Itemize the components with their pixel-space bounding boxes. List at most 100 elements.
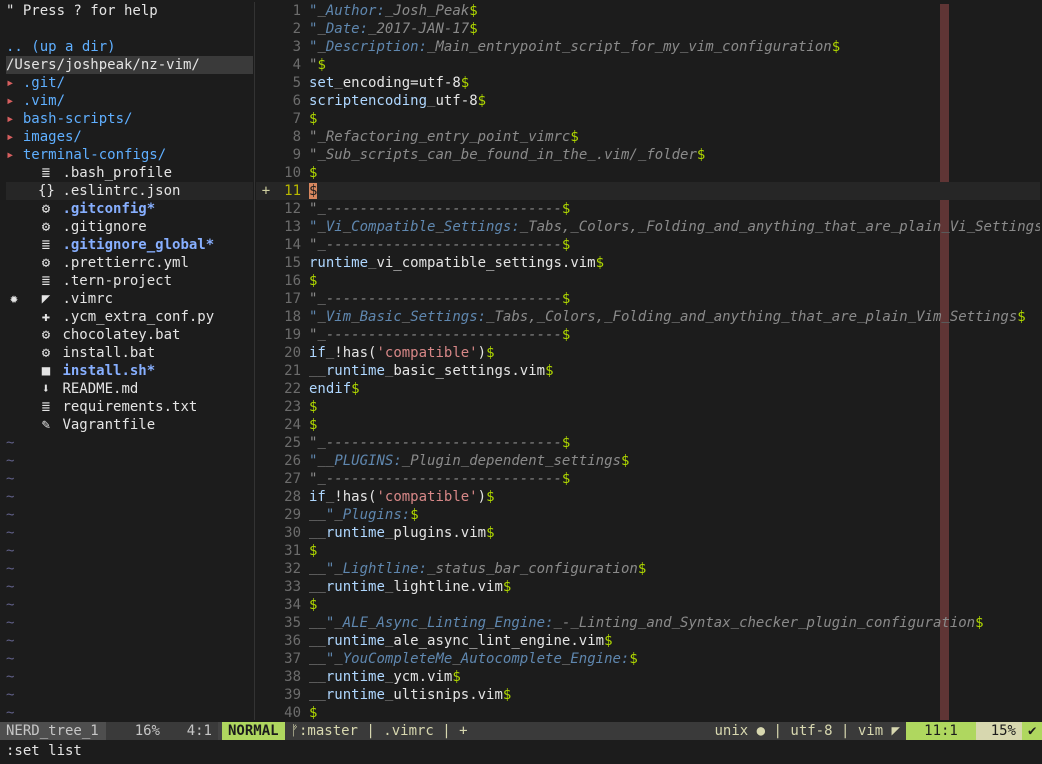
code-line: 22 endif$ [276, 380, 1040, 398]
tree-file-item[interactable]: ≣ .tern-project [6, 272, 253, 290]
line-content: " Description: Main entrypoint script fo… [309, 39, 832, 55]
code-line: 37 " YouCompleteMe Autocomplete Engine:$ [276, 650, 1040, 668]
empty-line-tilde: ~ [6, 669, 15, 685]
tree-file-name: install.bat [62, 345, 156, 361]
listchar-space [334, 615, 342, 631]
eol-marker: $ [629, 651, 638, 667]
listchar-space [317, 201, 325, 217]
listchar-space [452, 651, 460, 667]
listchar-space [528, 147, 536, 163]
listchar-space [334, 507, 342, 523]
listchar-space [570, 219, 578, 235]
listchar-space [368, 255, 376, 271]
tree-modified-mark-icon [6, 308, 22, 326]
tree-file-item[interactable]: ⚙ chocolatey.bat [6, 326, 253, 344]
code-line: 33 runtime lightline.vim$ [276, 578, 1040, 596]
keyword: runtime [309, 255, 369, 271]
gutter-cell [256, 398, 276, 416]
tree-file-item[interactable]: ✚ .ycm_extra_conf.py [6, 308, 253, 326]
code-line: 3 " Description: Main entrypoint script f… [276, 38, 1040, 56]
gutter-cell [256, 650, 276, 668]
tree-file-item[interactable]: ⚙ .gitignore [6, 218, 253, 236]
tree-modified-mark-icon [6, 344, 22, 362]
line-number: 26 [284, 453, 301, 469]
code-line: 28 if !has('compatible')$ [276, 488, 1040, 506]
tree-file-item[interactable]: ≣ .gitignore_global* [6, 236, 253, 254]
tree-file-item[interactable]: ⬇ README.md [6, 380, 253, 398]
command-line[interactable]: :set list [6, 742, 82, 760]
listchar-space [857, 219, 865, 235]
listchar-space [562, 651, 570, 667]
tree-file-item[interactable]: ≣ requirements.txt [6, 398, 253, 416]
tree-modified-mark-icon [6, 254, 22, 272]
listchar-space [604, 309, 612, 325]
listchar-space [554, 147, 562, 163]
tree-dir-item[interactable]: ▸ terminal-configs/ [6, 146, 253, 164]
line-number: 1 [292, 3, 301, 19]
tree-file-item[interactable]: ⚙ .gitconfig* [6, 200, 253, 218]
tree-file-item[interactable]: ⚙ install.bat [6, 344, 253, 362]
eol-marker: $ [309, 165, 318, 181]
sign-gutter: + [256, 2, 276, 720]
keyword: runtime [325, 363, 385, 379]
listchar-space [967, 219, 975, 235]
code-line: 7 $ [276, 110, 1040, 128]
tree-file-item[interactable]: ⚙ .prettierrc.yml [6, 254, 253, 272]
keyword: runtime [325, 579, 385, 595]
tree-dir-item[interactable]: ▸ images/ [6, 128, 253, 146]
tree-file-name: Vagrantfile [62, 417, 156, 433]
tree-file-item[interactable]: ≣ .bash_profile [6, 164, 253, 182]
eol-marker: $ [309, 705, 318, 720]
tree-dir-item[interactable]: ▸ .git/ [6, 74, 253, 92]
empty-line-tilde: ~ [6, 651, 15, 667]
tree-file-item[interactable]: ✎ Vagrantfile [6, 416, 253, 434]
listchar-space [554, 615, 562, 631]
file-type-icon: ■ [41, 363, 51, 379]
gutter-cell [256, 560, 276, 578]
nerdtree-panel[interactable]: " Press ? for help .. (up a dir)/Users/j… [6, 2, 253, 720]
code-line: 29 " Plugins:$ [276, 506, 1040, 524]
line-number: 30 [284, 525, 301, 541]
eol-marker: $ [595, 255, 605, 271]
gutter-cell [256, 704, 276, 722]
comment-tag: " Description: [309, 39, 428, 55]
listchar-space [351, 309, 359, 325]
gutter-cell [256, 542, 276, 560]
listchar-space [452, 147, 460, 163]
gutter-cell [256, 416, 276, 434]
listchar-space [317, 309, 325, 325]
tree-file-item[interactable]: ■ install.sh* [6, 362, 253, 380]
vertical-split[interactable] [254, 2, 255, 720]
code-line: 30 runtime plugins.vim$ [276, 524, 1040, 542]
file-type-icon: ⚙ [41, 327, 51, 343]
code-line: 27 " ----------------------------$ [276, 470, 1040, 488]
listchar-space [562, 39, 570, 55]
file-type-icon: ≣ [41, 399, 51, 415]
eol-marker: $ [561, 201, 571, 217]
keyword: runtime [325, 669, 385, 685]
eol-marker: $ [486, 525, 495, 541]
line-number: 20 [284, 345, 301, 361]
eol-marker: $ [309, 399, 318, 415]
tree-dir-item[interactable]: ▸ bash-scripts/ [6, 110, 253, 128]
status-left: ᚠ:master | .vimrc | + [284, 722, 709, 740]
file-type-icon: ≣ [41, 237, 51, 253]
tree-file-item[interactable]: ✹ ◤ .vimrc [6, 290, 253, 308]
gutter-cell [256, 686, 276, 704]
tree-dir-item[interactable]: ▸ .vim/ [6, 92, 253, 110]
listchar-space [427, 3, 435, 19]
eol-marker: $ [486, 345, 495, 361]
tree-file-item[interactable]: {} .eslintrc.json [6, 182, 253, 200]
editor-buffer[interactable]: 1 " Author: Josh Peak$ 2 " Date: 2017-JAN-1… [276, 2, 1040, 720]
keyword: runtime [325, 525, 385, 541]
tree-up-dir[interactable]: .. (up a dir) [6, 38, 253, 56]
code-line: 18 " Vim Basic Settings: Tabs, Colors, Fo… [276, 308, 1040, 326]
eol-marker: $ [469, 3, 478, 19]
file-type-icon: ⬇ [41, 381, 51, 397]
gutter-cell [256, 20, 276, 38]
listchar-space [385, 525, 393, 541]
eol-marker: $ [317, 57, 326, 73]
line-content: " ALE Async Linting Engine: - Linting an… [309, 615, 975, 631]
